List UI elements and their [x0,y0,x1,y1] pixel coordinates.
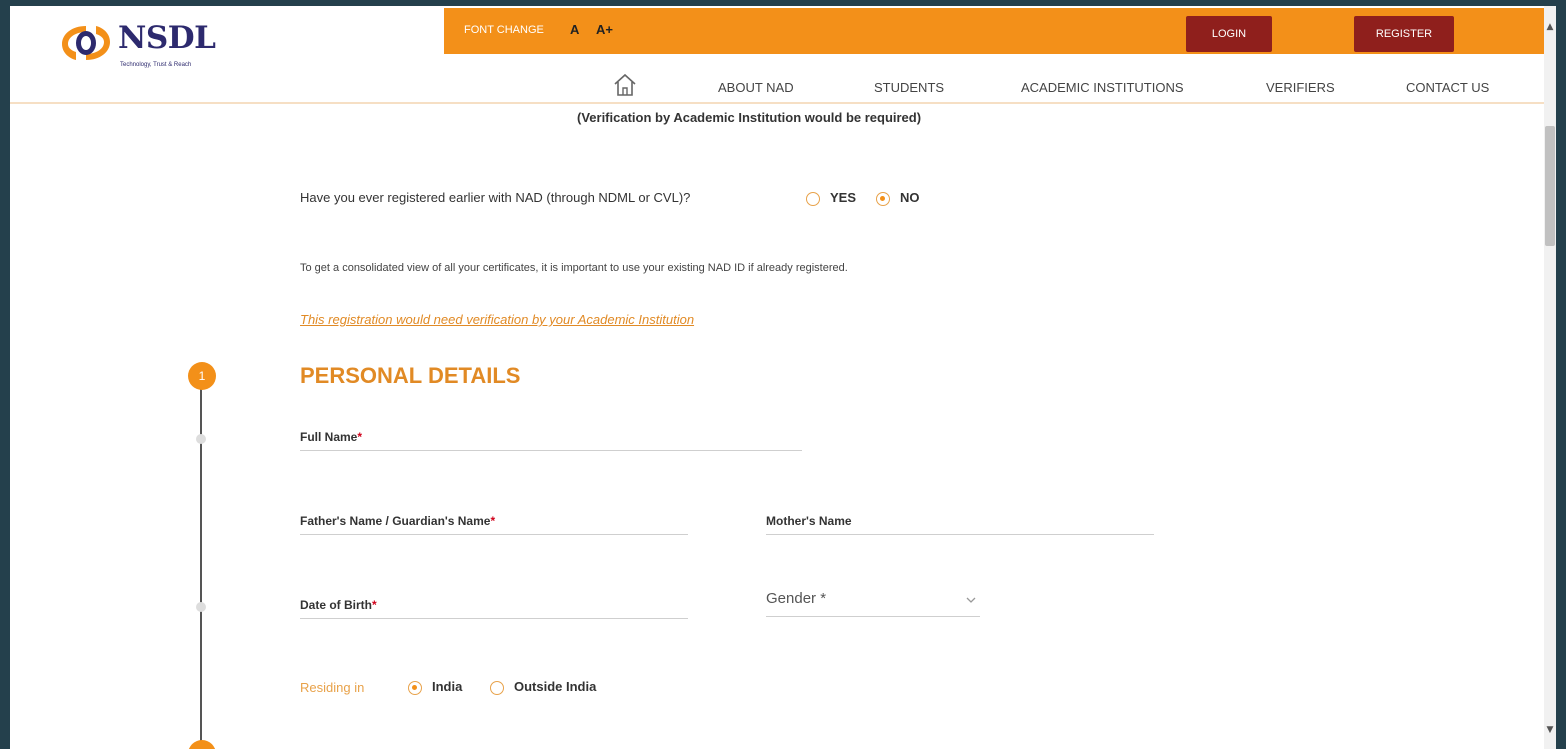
scroll-up-icon[interactable]: ▲ [1545,22,1555,32]
section-title: PERSONAL DETAILS [300,363,521,388]
gender-label: Gender * [766,590,827,607]
scrollbar-thumb[interactable] [1545,126,1555,246]
verification-link[interactable]: This registration would need verificatio… [300,312,694,327]
residing-india-radio[interactable] [408,681,422,695]
nav-item-about-nad[interactable]: ABOUT NAD [718,80,794,95]
verification-note: (Verification by Academic Institution wo… [577,110,922,125]
residing-india-label[interactable]: India [432,679,462,694]
registered-yes-label[interactable]: YES [830,190,856,205]
step-indicator: 1 [188,362,216,390]
font-increase-button[interactable]: A+ [596,22,613,37]
registered-no-label[interactable]: NO [900,190,920,205]
father-name-field[interactable]: Father's Name / Guardian's Name* [300,508,688,535]
header-divider [10,102,1556,104]
date-of-birth-field[interactable]: Date of Birth* [300,592,688,619]
nav-item-academic-institutions[interactable]: ACADEMIC INSTITUTIONS [1021,80,1184,95]
home-icon[interactable] [612,72,638,98]
page-frame: NSDL Technology, Trust & Reach FONT CHAN… [10,6,1556,749]
top-bar: FONT CHANGE A A+ LOGIN REGISTER [444,8,1556,54]
logo-tagline: Technology, Trust & Reach [120,62,192,68]
mother-name-field[interactable]: Mother's Name [766,508,1154,535]
date-of-birth-label: Date of Birth* [300,598,377,612]
register-button[interactable]: REGISTER [1354,16,1454,52]
font-decrease-button[interactable]: A [570,22,579,37]
registered-question: Have you ever registered earlier with NA… [300,190,691,205]
logo-text: NSDL [118,20,216,56]
main-nav: ABOUT NAD STUDENTS ACADEMIC INSTITUTIONS… [10,72,1556,102]
father-name-label: Father's Name / Guardian's Name* [300,514,496,528]
full-name-field[interactable]: Full Name* [300,424,802,451]
font-change-label: FONT CHANGE [464,24,544,36]
full-name-label: Full Name* [300,430,363,444]
gender-select[interactable]: Gender * [766,586,980,617]
nsdl-emblem-icon [62,26,110,60]
nav-item-verifiers[interactable]: VERIFIERS [1266,80,1335,95]
step-indicator-next [188,740,216,749]
timeline-line [200,376,202,749]
consolidated-note: To get a consolidated view of all your c… [300,262,848,274]
nav-item-students[interactable]: STUDENTS [874,80,944,95]
nav-item-contact-us[interactable]: CONTACT US [1406,80,1489,95]
registered-no-radio[interactable] [876,192,890,206]
residing-outside-india-radio[interactable] [490,681,504,695]
residing-label: Residing in [300,680,365,695]
timeline-dot [196,434,206,444]
chevron-down-icon [966,597,976,603]
scrollbar[interactable]: ▲ ▼ [1544,6,1556,749]
login-button[interactable]: LOGIN [1186,16,1272,52]
registered-yes-radio[interactable] [806,192,820,206]
mother-name-label: Mother's Name [766,514,852,528]
residing-outside-india-label[interactable]: Outside India [514,679,596,694]
scroll-down-icon[interactable]: ▼ [1545,725,1555,735]
timeline-dot [196,602,206,612]
